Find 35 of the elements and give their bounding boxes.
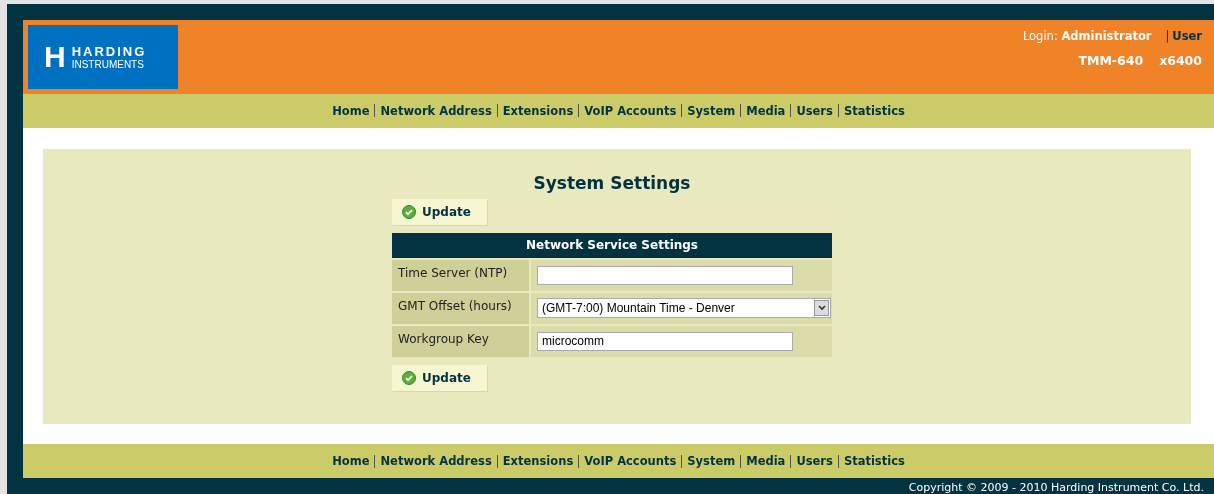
- nav-link[interactable]: VoIP Accounts: [584, 454, 677, 469]
- nav-link[interactable]: System: [687, 454, 736, 469]
- login-label: Login:: [1022, 29, 1058, 43]
- input-field[interactable]: microcomm: [537, 331, 793, 351]
- offset-dropdown[interactable]: (GMT-7:00) Mountain Time - Denver: [537, 298, 831, 319]
- input-field[interactable]: [537, 265, 793, 285]
- user-link[interactable]: User: [1172, 29, 1202, 43]
- nav-link[interactable]: Users: [796, 103, 833, 118]
- field-label: Workgroup Key: [392, 325, 531, 357]
- nav-link[interactable]: Users: [796, 454, 833, 469]
- nav-link[interactable]: Home: [332, 454, 370, 469]
- nav-link[interactable]: Home: [332, 103, 370, 118]
- copyright-text: Copyright © 2009 - 2010 Harding Instrument Co. Ltd.: [907, 480, 1205, 494]
- nav-link[interactable]: Statistics: [843, 454, 905, 469]
- table-heading: Network Service Settings: [392, 232, 832, 258]
- nav-link[interactable]: Media: [746, 103, 786, 118]
- nav-link[interactable]: Extensions: [502, 103, 574, 118]
- check-icon: [402, 204, 416, 219]
- update-button[interactable]: Update: [392, 364, 487, 391]
- separator: |: [1165, 29, 1170, 43]
- nav-link[interactable]: Media: [746, 454, 786, 469]
- nav-link[interactable]: Statistics: [843, 103, 905, 118]
- page-title: System Settings: [532, 172, 692, 193]
- login-user: Administrator: [1061, 29, 1152, 43]
- model-name: TMM-640: [1078, 53, 1144, 68]
- nav-link[interactable]: Network Address: [380, 103, 492, 118]
- field-label: GMT Offset (hours): [392, 292, 531, 324]
- nav-link[interactable]: Network Address: [380, 454, 492, 469]
- extension-number: x6400: [1159, 53, 1202, 68]
- field-label: Time Server (NTP): [392, 259, 531, 291]
- nav-link[interactable]: System: [687, 103, 736, 118]
- nav-link[interactable]: VoIP Accounts: [584, 103, 677, 118]
- check-icon: [402, 370, 416, 385]
- update-button[interactable]: Update: [392, 198, 487, 225]
- nav-link[interactable]: Extensions: [502, 454, 574, 469]
